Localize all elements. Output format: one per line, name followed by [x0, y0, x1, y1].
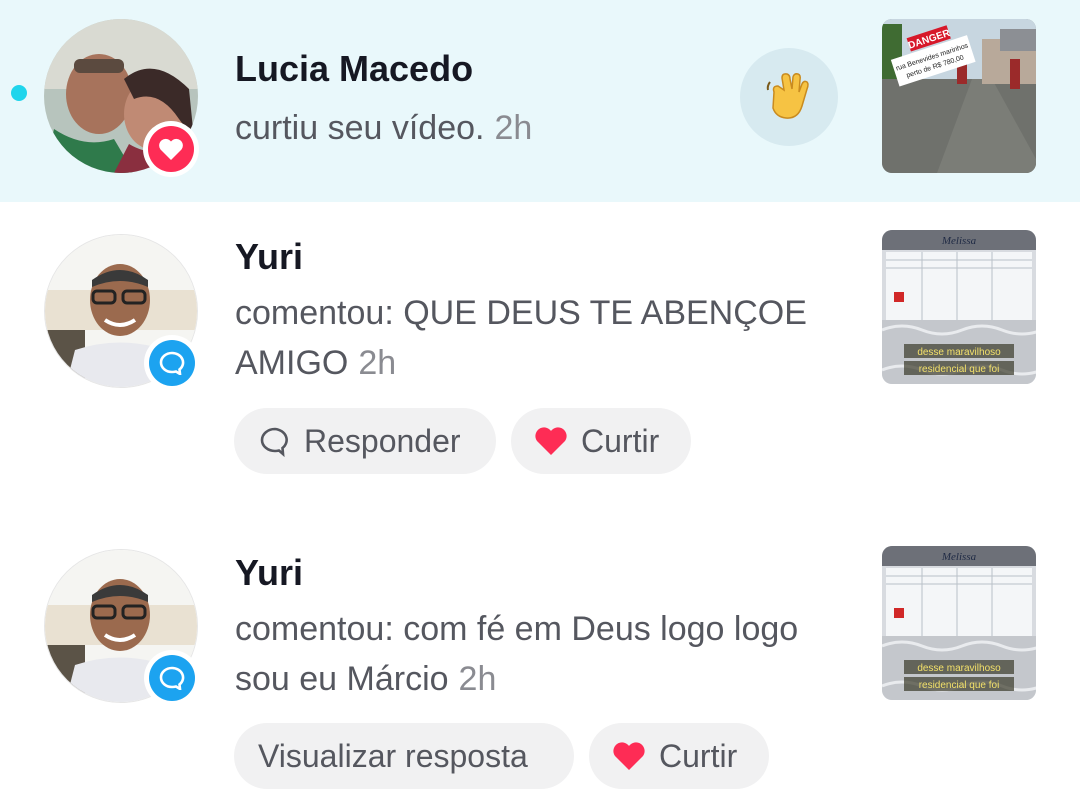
wave-back-button[interactable] — [740, 48, 838, 146]
thumb-brand: Melissa — [941, 235, 977, 247]
reply-button[interactable]: Responder — [234, 408, 496, 474]
notification-row-like[interactable]: Lucia Macedo curtiu seu vídeo. 2h rua Ben… — [0, 0, 1080, 202]
waving-hand-icon — [766, 73, 809, 119]
video-thumbnail[interactable]: rua Benevides marinhos perto de R$ 780,0… — [882, 19, 1036, 173]
timestamp: 2h — [358, 344, 397, 382]
like-comment-button[interactable]: Curtir — [589, 723, 769, 789]
comment-icon — [149, 340, 195, 386]
comment-badge — [144, 650, 200, 706]
user-name[interactable]: Lucia Macedo — [235, 48, 473, 90]
action-text: curtiu seu vídeo. — [235, 109, 485, 147]
user-name[interactable]: Yuri — [235, 552, 303, 594]
notification-row-comment[interactable]: Yuri comentou: QUE DEUS TE ABENÇOE AMIGO… — [0, 202, 1080, 520]
video-thumbnail[interactable]: Melissa desse maravilhoso residencial qu… — [882, 546, 1036, 700]
comment-outline-icon — [260, 427, 288, 457]
video-thumbnail[interactable]: Melissa desse maravilhoso residencial qu… — [882, 230, 1036, 384]
comment-badge — [144, 335, 200, 391]
thumb-caption-line1: desse maravilhoso — [917, 347, 1001, 358]
like-comment-button[interactable]: Curtir — [511, 408, 691, 474]
view-reply-button[interactable]: Visualizar resposta — [234, 723, 574, 789]
like-label: Curtir — [659, 737, 738, 774]
user-name[interactable]: Yuri — [235, 236, 303, 278]
heart-icon — [535, 427, 567, 455]
view-reply-label: Visualizar resposta — [258, 737, 528, 774]
notification-text: comentou: QUE DEUS TE ABENÇOE AMIGO 2h — [235, 288, 845, 388]
notification-row-comment[interactable]: Yuri comentou: com fé em Deus logo logo … — [0, 520, 1080, 797]
like-badge — [143, 121, 199, 177]
heart-icon — [148, 126, 194, 172]
reply-label: Responder — [304, 422, 461, 459]
thumb-caption-line1: desse maravilhoso — [917, 663, 1001, 674]
notification-text: comentou: com fé em Deus logo logo sou e… — [235, 604, 845, 704]
comment-icon — [149, 655, 195, 701]
timestamp: 2h — [458, 660, 497, 698]
action-text: comentou: com fé em Deus logo logo sou e… — [235, 610, 799, 698]
heart-icon — [613, 742, 645, 770]
like-label: Curtir — [581, 422, 660, 459]
timestamp: 2h — [494, 109, 533, 147]
thumb-caption-line2: residencial que foi — [919, 364, 1000, 375]
unread-indicator — [11, 85, 27, 101]
thumb-brand: Melissa — [941, 551, 977, 563]
thumb-caption-line2: residencial que foi — [919, 680, 1000, 691]
action-text: comentou: QUE DEUS TE ABENÇOE AMIGO — [235, 294, 807, 382]
